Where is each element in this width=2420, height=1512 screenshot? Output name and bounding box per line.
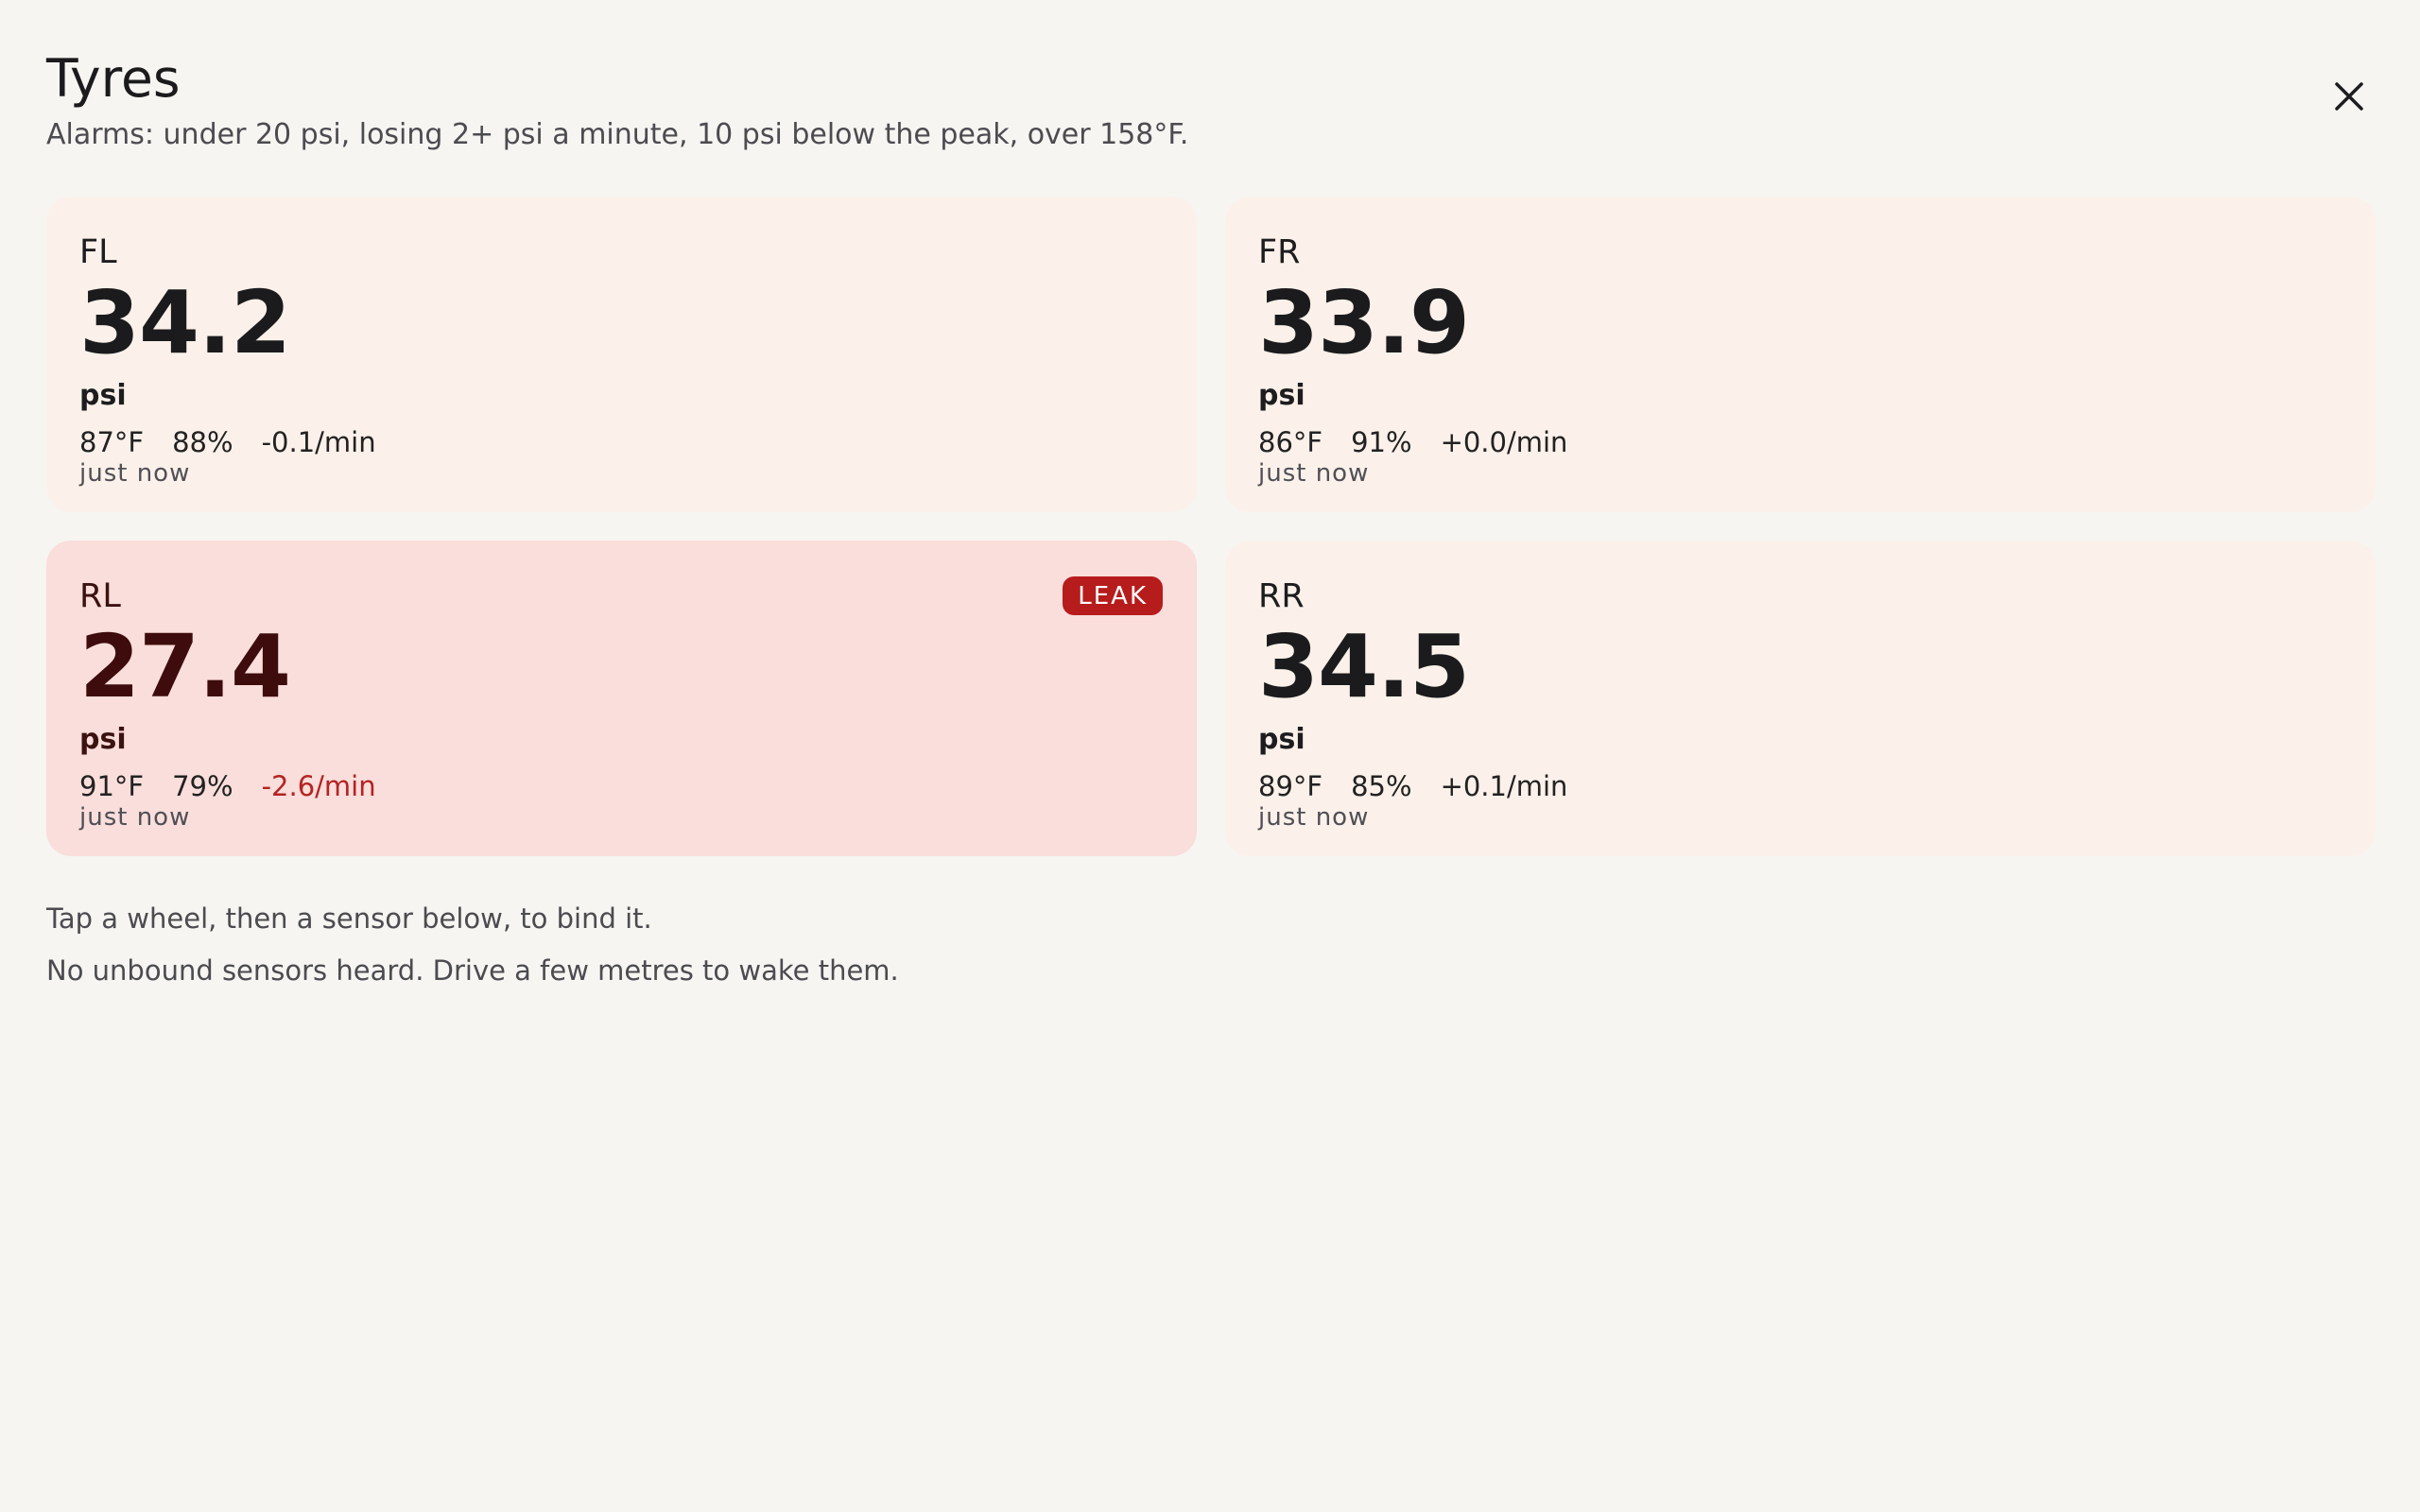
pressure-unit: psi [79,723,127,756]
pressure-unit: psi [79,379,127,412]
bind-instructions: Tap a wheel, then a sensor below, to bin… [46,902,652,935]
pressure-value: 33.9 [1258,272,1470,373]
wheel-card-rr[interactable]: RR 34.5 psi 89°F 85% +0.1/min just now [1225,541,2376,856]
sensor-stats: 89°F 85% +0.1/min [1258,769,2342,803]
sensor-stats: 86°F 91% +0.0/min [1258,425,2342,459]
last-updated: just now [79,459,191,488]
no-sensors-message: No unbound sensors heard. Drive a few me… [46,954,899,987]
close-button[interactable] [2323,70,2376,123]
wheel-position: FL [79,233,117,271]
battery-level: 88% [172,426,233,458]
battery-level: 91% [1351,426,1412,458]
sensor-stats: 87°F 88% -0.1/min [79,425,1163,459]
battery-level: 79% [172,770,233,802]
pressure-value: 34.2 [79,272,291,373]
pressure-unit: psi [1258,379,1305,412]
wheel-card-fr[interactable]: FR 33.9 psi 86°F 91% +0.0/min just now [1225,197,2376,512]
temperature: 89°F [1258,770,1323,802]
close-icon [2335,82,2363,111]
pressure-rate: +0.1/min [1440,770,1568,802]
sensor-stats: 91°F 79% -2.6/min [79,769,1163,803]
pressure-rate: -0.1/min [261,426,376,458]
battery-level: 85% [1351,770,1412,802]
alarm-thresholds: Alarms: under 20 psi, losing 2+ psi a mi… [46,118,1189,151]
pressure-rate: -2.6/min [261,770,376,802]
wheel-grid: FL 34.2 psi 87°F 88% -0.1/min just now F… [46,197,2376,856]
temperature: 91°F [79,770,145,802]
tyres-page: Tyres Alarms: under 20 psi, losing 2+ ps… [0,0,2420,1512]
binding-notes: Tap a wheel, then a sensor below, to bin… [46,900,2374,989]
pressure-value: 27.4 [79,616,291,717]
wheel-position: RL [79,577,121,615]
last-updated: just now [1258,459,1370,488]
page-title: Tyres [46,48,181,109]
wheel-position: FR [1258,233,1301,271]
last-updated: just now [79,803,191,832]
pressure-unit: psi [1258,723,1305,756]
temperature: 87°F [79,426,145,458]
wheel-position: RR [1258,577,1305,615]
leak-badge: LEAK [1063,576,1163,615]
last-updated: just now [1258,803,1370,832]
pressure-value: 34.5 [1258,616,1470,717]
wheel-card-fl[interactable]: FL 34.2 psi 87°F 88% -0.1/min just now [46,197,1197,512]
header: Tyres Alarms: under 20 psi, losing 2+ ps… [46,0,2374,154]
pressure-rate: +0.0/min [1440,426,1568,458]
temperature: 86°F [1258,426,1323,458]
wheel-card-rl[interactable]: RL LEAK 27.4 psi 91°F 79% -2.6/min just … [46,541,1197,856]
